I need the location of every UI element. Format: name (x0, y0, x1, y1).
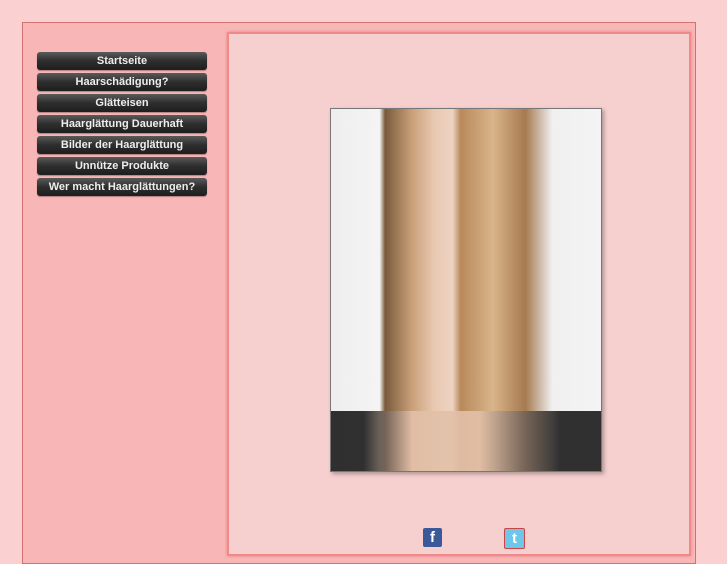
nav-bilder[interactable]: Bilder der Haarglättung (37, 136, 207, 154)
nav-startseite[interactable]: Startseite (37, 52, 207, 70)
hair-photo (330, 108, 602, 472)
photo-shoulders (331, 411, 601, 471)
facebook-icon[interactable]: f (423, 528, 442, 547)
main-navigation: Startseite Haarschädigung? Glätteisen Ha… (37, 52, 207, 199)
nav-glaetteisen[interactable]: Glätteisen (37, 94, 207, 112)
twitter-icon[interactable]: t (504, 528, 525, 549)
nav-haarschaedigung[interactable]: Haarschädigung? (37, 73, 207, 91)
nav-unnuetze-produkte[interactable]: Unnütze Produkte (37, 157, 207, 175)
nav-wer-macht[interactable]: Wer macht Haarglättungen? (37, 178, 207, 196)
nav-haarglaettung-dauerhaft[interactable]: Haarglättung Dauerhaft (37, 115, 207, 133)
